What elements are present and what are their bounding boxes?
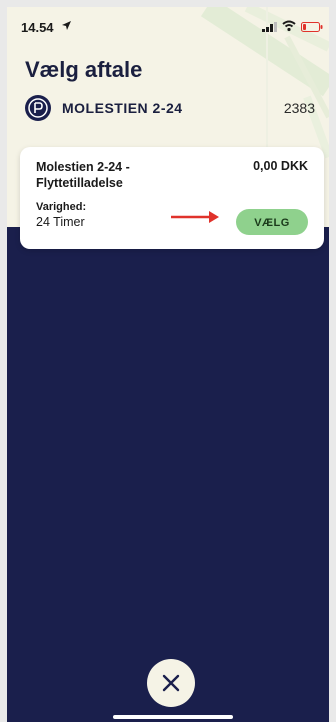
parking-icon — [25, 95, 51, 121]
page-title: Vælg aftale — [25, 57, 143, 82]
duration-label: Varighed: — [36, 201, 87, 213]
agreement-price: 0,00 DKK — [253, 159, 308, 173]
location-code: 2383 — [283, 100, 315, 116]
app-screen: 14.54 Vælg aftale MOLESTIEN 2-24 2383 Mo… — [7, 7, 329, 722]
location-row: MOLESTIEN 2-24 2383 — [25, 95, 315, 121]
location-name: MOLESTIEN 2-24 — [62, 100, 183, 116]
status-bar: 14.54 — [7, 7, 329, 43]
location-arrow-icon — [62, 21, 71, 30]
close-button[interactable] — [147, 659, 195, 707]
close-icon — [162, 674, 180, 692]
signal-icon — [262, 22, 277, 32]
annotation-arrow-icon — [171, 211, 219, 223]
battery-icon — [301, 22, 323, 32]
status-time: 14.54 — [21, 20, 54, 35]
wifi-icon — [282, 20, 296, 32]
home-indicator — [113, 715, 233, 719]
duration-value: 24 Timer — [36, 215, 85, 229]
select-button[interactable]: VÆLG — [236, 209, 308, 235]
agreement-title: Molestien 2-24 - Flyttetilladelse — [36, 160, 130, 190]
agreement-card[interactable]: Molestien 2-24 - Flyttetilladelse 0,00 D… — [20, 147, 324, 249]
